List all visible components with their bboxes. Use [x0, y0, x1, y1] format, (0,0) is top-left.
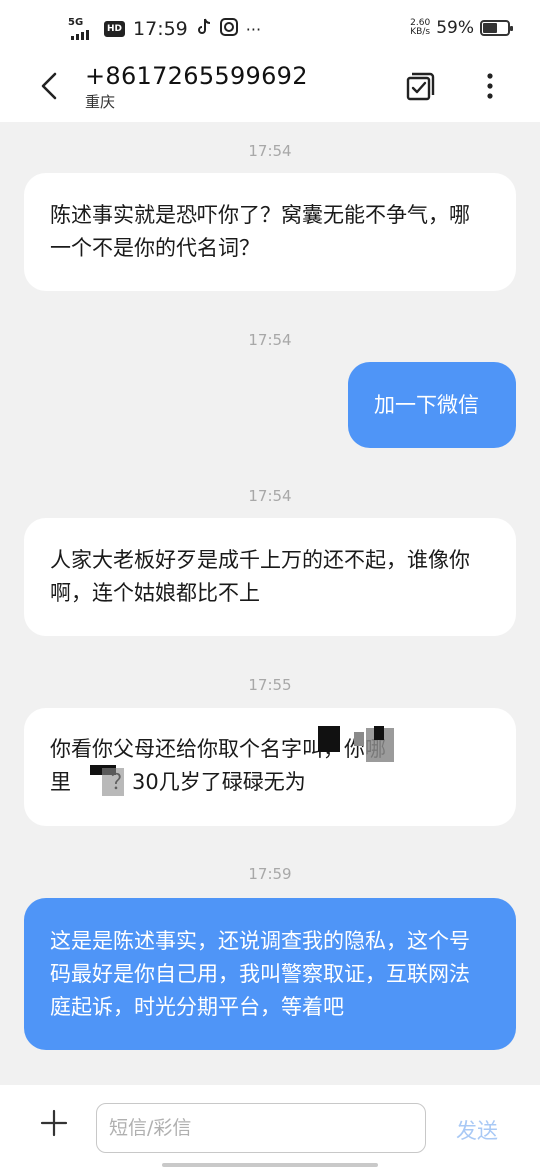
outgoing-message[interactable]: 加一下微信	[348, 362, 516, 448]
attach-button[interactable]	[40, 1109, 68, 1137]
signal-icon: 5G	[68, 18, 96, 40]
redaction-mark	[318, 726, 340, 752]
message-timestamp: 17:54	[248, 331, 292, 349]
incoming-message[interactable]: 人家大老板好歹是成千上万的还不起，谁像你啊，连个姑娘都比不上	[24, 518, 516, 636]
more-notifications-icon: ···	[245, 19, 262, 39]
incoming-message[interactable]: 你看你父母还给你取个名字叫，你哪 里？30几岁了碌碌无为	[24, 708, 516, 826]
message-input[interactable]	[96, 1103, 426, 1153]
battery-icon	[480, 20, 513, 36]
message-list[interactable]: 17:54 陈述事实就是恐吓你了？窝囊无能不争气，哪一个不是你的代名词？ 17:…	[0, 122, 540, 1085]
speed-unit: KB/s	[410, 27, 431, 37]
chevron-left-icon	[41, 72, 57, 100]
tiktok-icon	[196, 18, 212, 40]
conversation-header: +8617265599692 重庆	[0, 58, 540, 122]
back-button[interactable]	[30, 66, 70, 106]
multi-select-button[interactable]	[403, 68, 439, 104]
message-text-part: 你看你父母还给你取个名字叫	[50, 737, 323, 761]
message-text: 陈述事实就是恐吓你了？窝囊无能不争气，哪一个不是你的代名词？	[50, 203, 470, 260]
contact-location: 重庆	[85, 93, 116, 111]
plus-icon	[40, 1109, 68, 1137]
redaction-mark	[374, 726, 384, 740]
battery-percent: 59%	[436, 18, 474, 38]
hd-badge: HD	[104, 21, 126, 37]
message-timestamp: 17:54	[248, 142, 292, 160]
message-text: 加一下微信	[374, 392, 479, 417]
message-timestamp: 17:59	[248, 865, 292, 883]
network-type: 5G	[68, 17, 84, 28]
compose-bar: 发送	[0, 1085, 540, 1170]
network-speed: 2.60 KB/s	[410, 19, 430, 37]
redaction-mark	[102, 768, 124, 796]
more-options-button[interactable]	[478, 68, 502, 104]
contact-number: +8617265599692	[85, 62, 308, 90]
message-text-part: 里	[50, 770, 71, 794]
send-button[interactable]: 发送	[456, 1115, 498, 1145]
message-timestamp: 17:55	[248, 676, 292, 694]
status-bar: 5G HD 17:59 ··· 2.60 KB/s 59%	[0, 0, 540, 58]
home-indicator[interactable]	[162, 1163, 378, 1167]
redaction-mark	[354, 732, 364, 746]
more-vertical-icon	[487, 73, 493, 99]
message-text: 这是是陈述事实，还说调查我的隐私，这个号码最好是你自己用，我叫警察取证，互联网法…	[50, 928, 470, 1019]
message-timestamp: 17:54	[248, 487, 292, 505]
message-text-part: ？30几岁了碌碌无为	[111, 770, 306, 794]
message-text: 人家大老板好歹是成千上万的还不起，谁像你啊，连个姑娘都比不上	[50, 548, 470, 605]
incoming-message[interactable]: 陈述事实就是恐吓你了？窝囊无能不争气，哪一个不是你的代名词？	[24, 173, 516, 291]
outgoing-message[interactable]: 这是是陈述事实，还说调查我的隐私，这个号码最好是你自己用，我叫警察取证，互联网法…	[24, 898, 516, 1050]
camera-app-icon	[219, 18, 238, 40]
checkbox-select-icon	[406, 72, 435, 101]
status-time: 17:59	[133, 18, 188, 40]
